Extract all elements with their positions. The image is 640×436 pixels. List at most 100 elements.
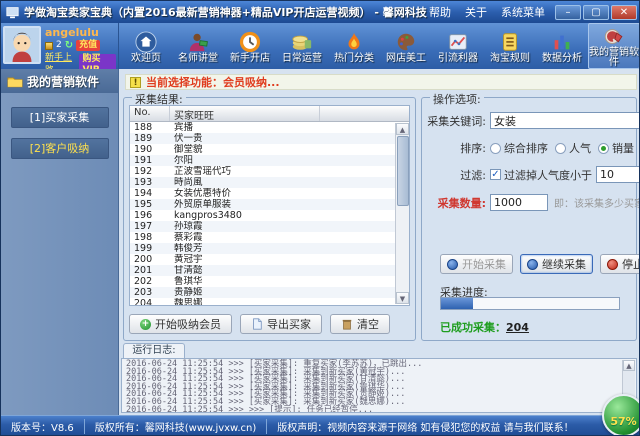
keyword-input[interactable] — [490, 112, 640, 129]
log-line: 2016-06-24 11:25:54 >>> >>> [提示]: 任务已经暂停… — [126, 407, 620, 413]
radio-sort-composite[interactable]: 综合排序 — [490, 140, 548, 156]
table-header: No. 买家旺旺 — [130, 106, 409, 122]
close-button[interactable]: ✕ — [611, 5, 637, 20]
nav-welcome[interactable]: 欢迎页 — [120, 23, 172, 69]
table-row[interactable]: 197 孙琼霞 — [130, 221, 409, 232]
menu-system[interactable]: 系统菜单 — [501, 4, 545, 20]
level-value: 2 — [56, 39, 62, 52]
progress-fill — [441, 298, 473, 309]
radio-icon — [490, 143, 501, 154]
minimize-button[interactable]: – — [555, 5, 581, 20]
absorb-members-button[interactable]: + 开始吸纳会员 — [129, 314, 232, 334]
maximize-button[interactable]: ▢ — [583, 5, 609, 20]
table-body: 188 宾播 189 伏一贵 190 御堂貌 191 尔阳 192 芷波雪瑶代巧… — [130, 122, 409, 305]
trash-icon — [341, 318, 353, 330]
filter-threshold-input[interactable] — [596, 166, 640, 183]
nav-open-shop[interactable]: 新手开店 — [224, 23, 276, 69]
table-row[interactable]: 191 尔阳 — [130, 155, 409, 166]
row-buyer-name: 蔡彩霞 — [170, 232, 320, 243]
radio-icon — [555, 143, 566, 154]
log-lines: 2016-06-24 11:25:54 >>> [买家采集]: 重复买家(李苏苏… — [126, 361, 620, 413]
speedball-widget[interactable]: 57% — [602, 394, 640, 436]
continue-collect-button[interactable]: 继续采集 — [520, 254, 593, 274]
nav-my-marketing-software[interactable]: 我的营销软件 — [588, 23, 640, 69]
flame-icon — [343, 31, 365, 53]
row-buyer-name: 黄冠宇 — [170, 254, 320, 265]
avatar[interactable] — [3, 26, 41, 64]
row-no: 196 — [130, 210, 170, 221]
row-no: 193 — [130, 177, 170, 188]
sidebar-item-buyer-collect[interactable]: [1]买家采集 — [11, 107, 109, 128]
row-buyer-name: 女装优惠特价 — [170, 188, 320, 199]
table-row[interactable]: 192 芷波雪瑶代巧 — [130, 166, 409, 177]
count-input[interactable] — [490, 194, 548, 211]
column-buyer-wangwang: 买家旺旺 — [170, 106, 320, 121]
table-row[interactable]: 193 時尚風 — [130, 177, 409, 188]
radio-sort-popularity[interactable]: 人气 — [555, 140, 591, 156]
table-row[interactable]: 203 贵静姬 — [130, 287, 409, 298]
nav-shop-design[interactable]: 网店美工 — [380, 23, 432, 69]
table-row[interactable]: 194 女装优惠特价 — [130, 188, 409, 199]
table-row[interactable]: 189 伏一贵 — [130, 133, 409, 144]
menu-about[interactable]: 关于 — [465, 4, 487, 20]
row-buyer-name: 伏一贵 — [170, 133, 320, 144]
sidebar: 我的营销软件 [1]买家采集 [2]客户吸纳 — [1, 69, 119, 415]
table-scrollbar[interactable]: ▲ ▼ — [395, 123, 409, 304]
row-no: 191 — [130, 155, 170, 166]
start-collect-button[interactable]: 开始采集 — [440, 254, 513, 274]
recharge-button[interactable]: 充值 — [76, 40, 100, 51]
log-tab[interactable]: 运行日志: — [123, 343, 185, 358]
notice-bar: ! 当前选择功能：会员吸纳... — [125, 74, 637, 90]
options-group-label: 操作选项: — [430, 91, 484, 107]
progress-bar — [440, 297, 620, 310]
filter-checkbox[interactable]: ✓ — [490, 169, 501, 180]
log-scroll-up-icon[interactable]: ▲ — [623, 360, 635, 371]
bar-chart-icon — [551, 31, 573, 53]
plus-icon: + — [140, 319, 151, 330]
keyword-label: 采集关键词: — [424, 113, 486, 129]
clear-button[interactable]: 清空 — [330, 314, 390, 334]
notice-text: 当前选择功能：会员吸纳... — [146, 74, 280, 90]
column-no: No. — [130, 106, 170, 121]
main-nav: 欢迎页 名师讲堂 新手开店 日常运营 热门分类 网店美工 — [120, 23, 640, 69]
scroll-up-icon[interactable]: ▲ — [396, 123, 409, 135]
table-row[interactable]: 204 魏思娜 — [130, 298, 409, 305]
level-icon — [45, 42, 53, 50]
sidebar-item-customer-absorb[interactable]: [2]客户吸纳 — [11, 138, 109, 159]
table-row[interactable]: 196 kangpros3480 — [130, 210, 409, 221]
nav-data-analysis[interactable]: 数据分析 — [536, 23, 588, 69]
collected-status: 已成功采集：204 — [440, 319, 529, 335]
nav-traffic-tools[interactable]: 引流利器 — [432, 23, 484, 69]
document-icon — [499, 31, 521, 53]
start-orb-icon — [447, 259, 458, 270]
nav-lectures[interactable]: 名师讲堂 — [172, 23, 224, 69]
continue-orb-icon — [527, 259, 538, 270]
nav-taobao-rules[interactable]: 淘宝规则 — [484, 23, 536, 69]
row-no: 199 — [130, 243, 170, 254]
scroll-thumb[interactable] — [397, 136, 409, 206]
filter-label: 过滤: — [424, 167, 486, 183]
table-row[interactable]: 200 黄冠宇 — [130, 254, 409, 265]
radio-sort-sales[interactable]: 销量 — [598, 140, 634, 156]
table-row[interactable]: 190 御堂貌 — [130, 144, 409, 155]
refresh-icon[interactable]: ↻ — [65, 39, 73, 52]
table-row[interactable]: 202 鲁琪华 — [130, 276, 409, 287]
menu-help[interactable]: 帮助 — [429, 4, 451, 20]
table-row[interactable]: 188 宾播 — [130, 122, 409, 133]
results-buttons: + 开始吸纳会员 导出买家 清空 — [129, 314, 390, 334]
user-panel: angelulu 2 ↻ 充值 新手上路 购买VIP — [1, 23, 119, 69]
table-row[interactable]: 198 蔡彩霞 — [130, 232, 409, 243]
table-row[interactable]: 199 韩俊芳 — [130, 243, 409, 254]
sort-label: 排序: — [424, 140, 486, 156]
row-no: 202 — [130, 276, 170, 287]
table-row[interactable]: 201 甘清懿 — [130, 265, 409, 276]
stop-collect-button[interactable]: 停止采集 — [600, 254, 640, 274]
table-row[interactable]: 195 外贸原单服装 — [130, 199, 409, 210]
export-buyers-button[interactable]: 导出买家 — [240, 314, 322, 334]
results-group: 采集结果: No. 买家旺旺 188 宾播 189 伏一贵 190 御堂貌 19… — [123, 97, 416, 341]
marketing-icon — [603, 26, 625, 47]
nav-daily-operations[interactable]: 日常运营 — [276, 23, 328, 69]
nav-hot-categories[interactable]: 热门分类 — [328, 23, 380, 69]
row-buyer-name: 孙琼霞 — [170, 221, 320, 232]
scroll-down-icon[interactable]: ▼ — [396, 292, 409, 304]
